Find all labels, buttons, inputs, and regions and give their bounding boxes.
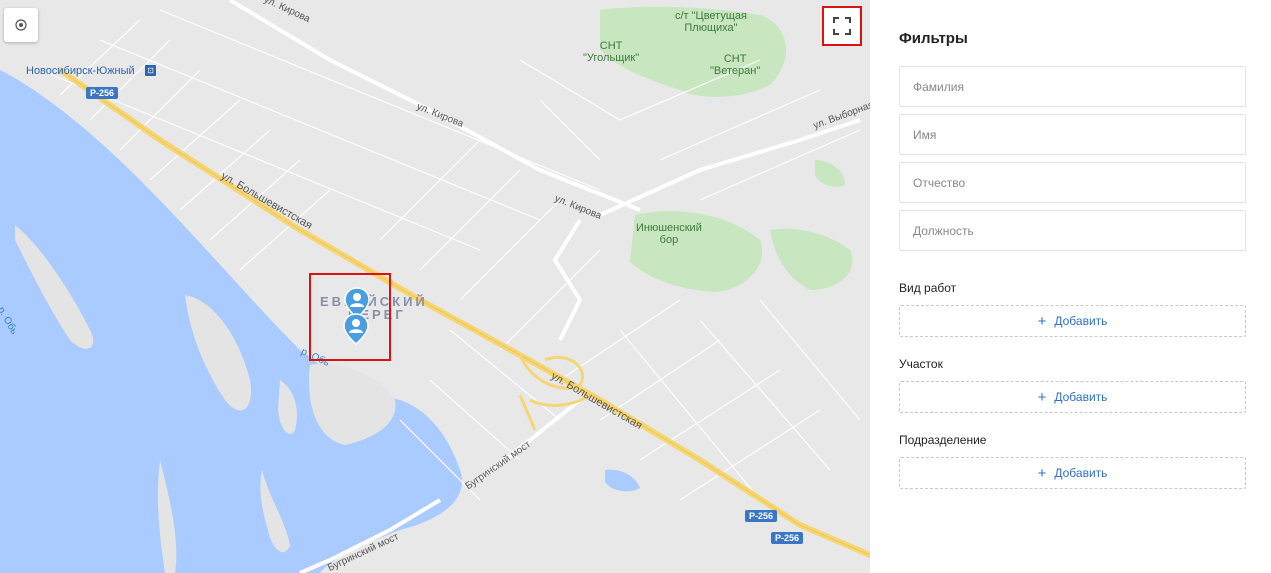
road-shield-r256: Р-256 [86, 87, 119, 99]
plus-icon: + [1037, 388, 1047, 406]
fullscreen-button[interactable] [822, 6, 862, 46]
map-label-line: СНТ [599, 40, 623, 52]
site-label: Участок [899, 357, 943, 371]
map-label-line: "Угольщик" [583, 52, 640, 64]
surname-input[interactable] [899, 66, 1246, 107]
filters-title: Фильтры [899, 30, 968, 47]
road-shield-r256: Р-256 [745, 510, 778, 522]
road-shield-r256: Р-256 [771, 532, 804, 544]
map-canvas[interactable] [0, 0, 870, 573]
work-type-label: Вид работ [899, 281, 957, 295]
filters-panel: Фильтры Вид работ + Добавить Участок + Д… [870, 0, 1271, 573]
name-input[interactable] [899, 114, 1246, 155]
map-label-snt-veteran: СНТ "Ветеран" [710, 53, 760, 77]
add-department-button[interactable]: + Добавить [899, 457, 1246, 489]
add-button-label: Добавить [1054, 466, 1108, 480]
add-button-label: Добавить [1054, 314, 1108, 328]
add-site-button[interactable]: + Добавить [899, 381, 1246, 413]
map-label-line: Плющиха" [684, 22, 738, 34]
map-view[interactable]: Новосибирск-Южный ⊡ Р-256 Р-256 Р-256 с/… [0, 0, 870, 573]
add-work-type-button[interactable]: + Добавить [899, 305, 1246, 337]
fullscreen-icon [833, 17, 851, 35]
map-label-line: СНТ [723, 53, 747, 65]
plus-icon: + [1037, 312, 1047, 330]
plus-icon: + [1037, 464, 1047, 482]
map-label-line: "Ветеран" [710, 65, 761, 77]
highlight-box [309, 273, 391, 361]
department-label: Подразделение [899, 433, 987, 447]
position-input[interactable] [899, 210, 1246, 251]
map-label-line: бор [659, 234, 679, 246]
map-label-inyushensky: Инюшенский бор [636, 222, 702, 246]
patronymic-input[interactable] [899, 162, 1246, 203]
locate-icon [15, 19, 27, 31]
map-label-line: с/т "Цветущая [675, 10, 747, 22]
map-label-snt-flowering: с/т "Цветущая Плющиха" [675, 10, 747, 34]
map-label-station: Новосибирск-Южный [26, 65, 135, 77]
add-button-label: Добавить [1054, 390, 1108, 404]
train-station-icon: ⊡ [145, 65, 156, 76]
map-label-snt-coal: СНТ "Угольщик" [583, 40, 639, 64]
map-label-line: Инюшенский [636, 222, 702, 234]
locate-button[interactable] [4, 8, 38, 42]
